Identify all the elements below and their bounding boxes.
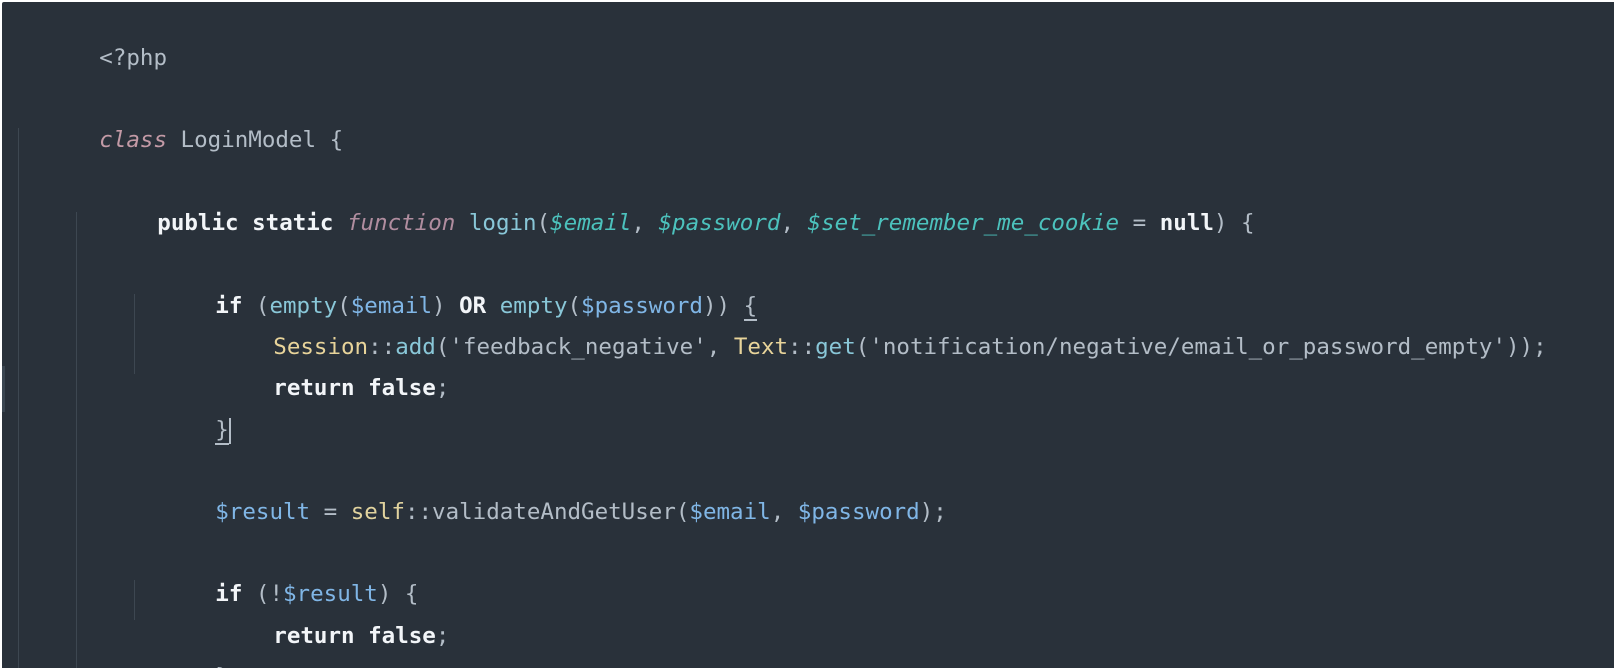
param-password: $password <box>658 210 781 236</box>
php-open-tag: <?php <box>99 45 168 71</box>
code-line-9: return false; <box>192 328 1614 401</box>
keyword-self: self <box>350 499 405 525</box>
code-line-10: } <box>134 370 1614 445</box>
keyword-null: null <box>1159 210 1214 236</box>
code-line-5: public static function login($email, $pa… <box>76 163 1614 236</box>
code-line-12: $result = self::validateAndGetUser($emai… <box>134 452 1614 525</box>
keyword-static: static <box>252 210 334 236</box>
function-name: login <box>468 210 537 236</box>
code-line-15: return false; <box>192 576 1614 649</box>
var-result: $result <box>215 499 311 525</box>
open-brace: { <box>329 127 344 153</box>
close-brace: } <box>215 664 229 668</box>
comma: , <box>770 499 798 525</box>
text-cursor <box>228 417 231 444</box>
code-line-1: <?php <box>18 2 1614 71</box>
keyword-class: class <box>99 127 168 153</box>
param-remember-cookie: $set_remember_me_cookie <box>807 210 1120 236</box>
code-line-16: } <box>134 617 1614 668</box>
equals: = <box>1119 210 1160 236</box>
code-line-7: if (empty($email) OR empty($password)) { <box>134 246 1614 321</box>
class-name: LoginModel <box>167 127 330 153</box>
paren-close: ); <box>919 499 947 525</box>
matched-brace-close: } <box>215 417 229 445</box>
equals: = <box>310 499 351 525</box>
keyword-public: public <box>157 210 239 236</box>
code-editor[interactable]: <?php class LoginModel { public static f… <box>2 2 1614 668</box>
comma: , <box>780 210 808 236</box>
paren-open: ( <box>536 210 551 236</box>
var-email: $email <box>689 499 771 525</box>
method-validate: validateAndGetUser <box>432 499 676 525</box>
param-email: $email <box>550 210 632 236</box>
comma: , <box>631 210 659 236</box>
code-line-14: if (!$result) { <box>134 534 1614 607</box>
code-area[interactable]: <?php class LoginModel { public static f… <box>18 2 1614 668</box>
gutter-change-marker <box>2 366 5 412</box>
code-line-3: class LoginModel { <box>18 80 1614 153</box>
var-password: $password <box>797 499 920 525</box>
code-line-8: Session::add('feedback_negative', Text::… <box>192 287 1614 360</box>
paren-close-brace: ) { <box>1213 210 1255 236</box>
scope-operator: :: <box>404 499 433 525</box>
keyword-function: function <box>346 210 456 236</box>
paren-open: ( <box>675 499 690 525</box>
